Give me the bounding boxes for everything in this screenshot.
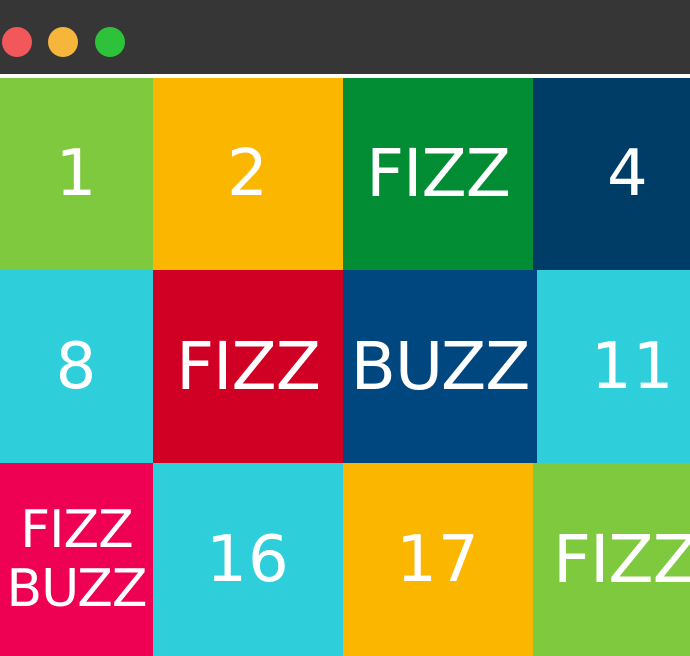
window-titlebar: [0, 0, 690, 78]
tile-fizz: FIZZ: [153, 270, 343, 463]
tile-label: 16: [206, 522, 290, 597]
tile-4: 4: [533, 78, 690, 270]
tile-label: 17: [396, 522, 480, 597]
zoom-window-button[interactable]: [95, 27, 125, 57]
tile-label: 11: [591, 329, 675, 404]
tile-label: FIZZ: [553, 520, 690, 598]
fizzbuzz-grid: 1 2 FIZZ 4 8 FIZZ BUZZ 11 FIZZ BUZZ 16 1…: [0, 78, 690, 656]
tile-8: 8: [0, 270, 153, 463]
minimize-window-button[interactable]: [48, 27, 78, 57]
tile-17: 17: [343, 463, 533, 656]
close-window-button[interactable]: [2, 27, 32, 57]
tile-label: 8: [55, 329, 98, 404]
tile-2: 2: [153, 78, 343, 270]
tile-1: 1: [0, 78, 153, 270]
tile-fizz: FIZZ: [343, 78, 533, 270]
tile-label: FIZZ: [366, 135, 511, 212]
tile-label: BUZZ: [350, 327, 531, 405]
tile-fizz: FIZZ: [533, 463, 690, 656]
tile-label: FIZZ: [176, 327, 321, 405]
tile-label: 4: [607, 137, 649, 211]
tile-11: 11: [537, 270, 690, 463]
tile-label: 2: [227, 137, 269, 211]
tile-fizzbuzz: FIZZ BUZZ: [0, 463, 153, 656]
tile-16: 16: [153, 463, 343, 656]
tile-label: FIZZ: [20, 500, 133, 561]
tile-label: 1: [55, 137, 98, 211]
tile-label-second-line: BUZZ: [6, 558, 147, 619]
tile-buzz: BUZZ: [343, 270, 537, 463]
app-window: 1 2 FIZZ 4 8 FIZZ BUZZ 11 FIZZ BUZZ 16 1…: [0, 0, 690, 656]
